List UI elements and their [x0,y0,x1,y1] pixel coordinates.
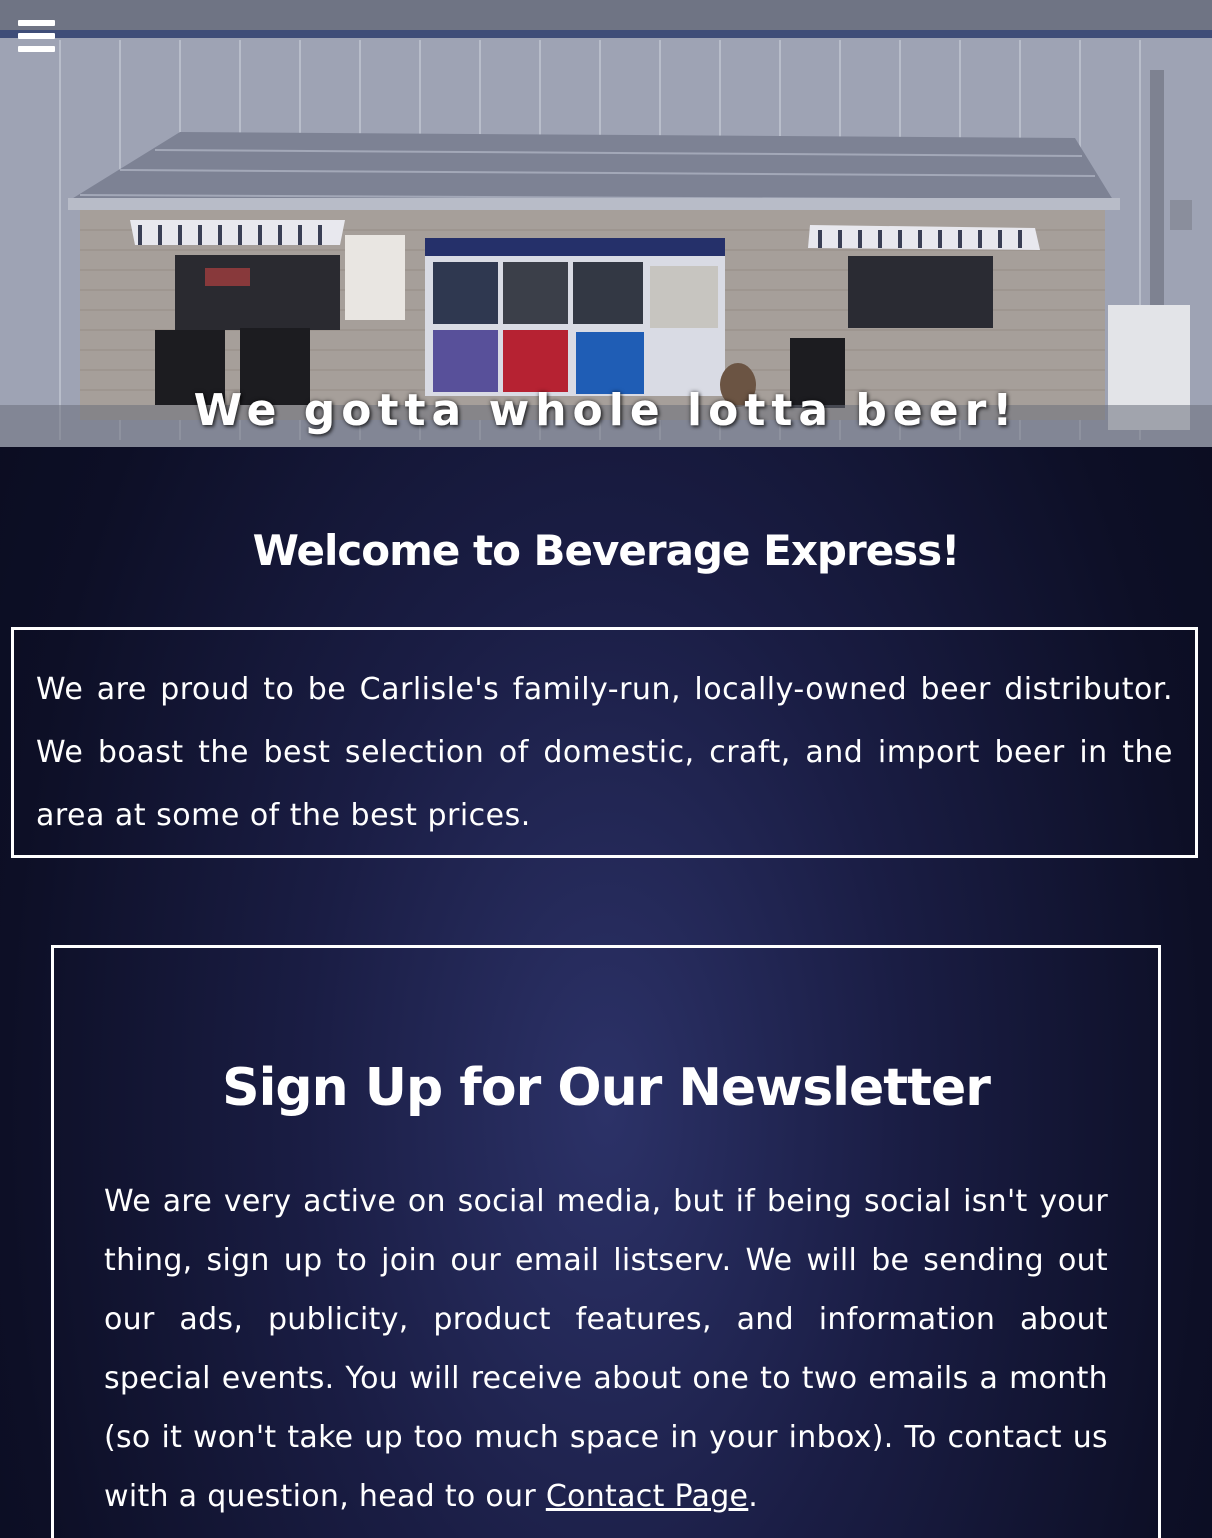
newsletter-section: Sign Up for Our Newsletter We are very a… [51,945,1161,1538]
page: We gotta whole lotta beer! Welcome to Be… [0,0,1212,1538]
intro-box: We are proud to be Carlisle's family-run… [11,627,1198,858]
newsletter-text: We are very active on social media, but … [104,1172,1108,1526]
contact-page-link[interactable]: Contact Page [546,1479,748,1514]
storefront-photo [0,0,1212,447]
newsletter-title: Sign Up for Our Newsletter [222,1058,991,1118]
newsletter-text-end: . [748,1479,759,1514]
newsletter-text-body: We are very active on social media, but … [104,1184,1108,1514]
welcome-title: Welcome to Beverage Express! [252,526,961,575]
intro-text: We are proud to be Carlisle's family-run… [36,672,1173,833]
hero-tagline: We gotta whole lotta beer! [193,385,1019,436]
hamburger-menu-icon[interactable] [18,20,56,60]
hero-banner: We gotta whole lotta beer! [0,0,1212,447]
